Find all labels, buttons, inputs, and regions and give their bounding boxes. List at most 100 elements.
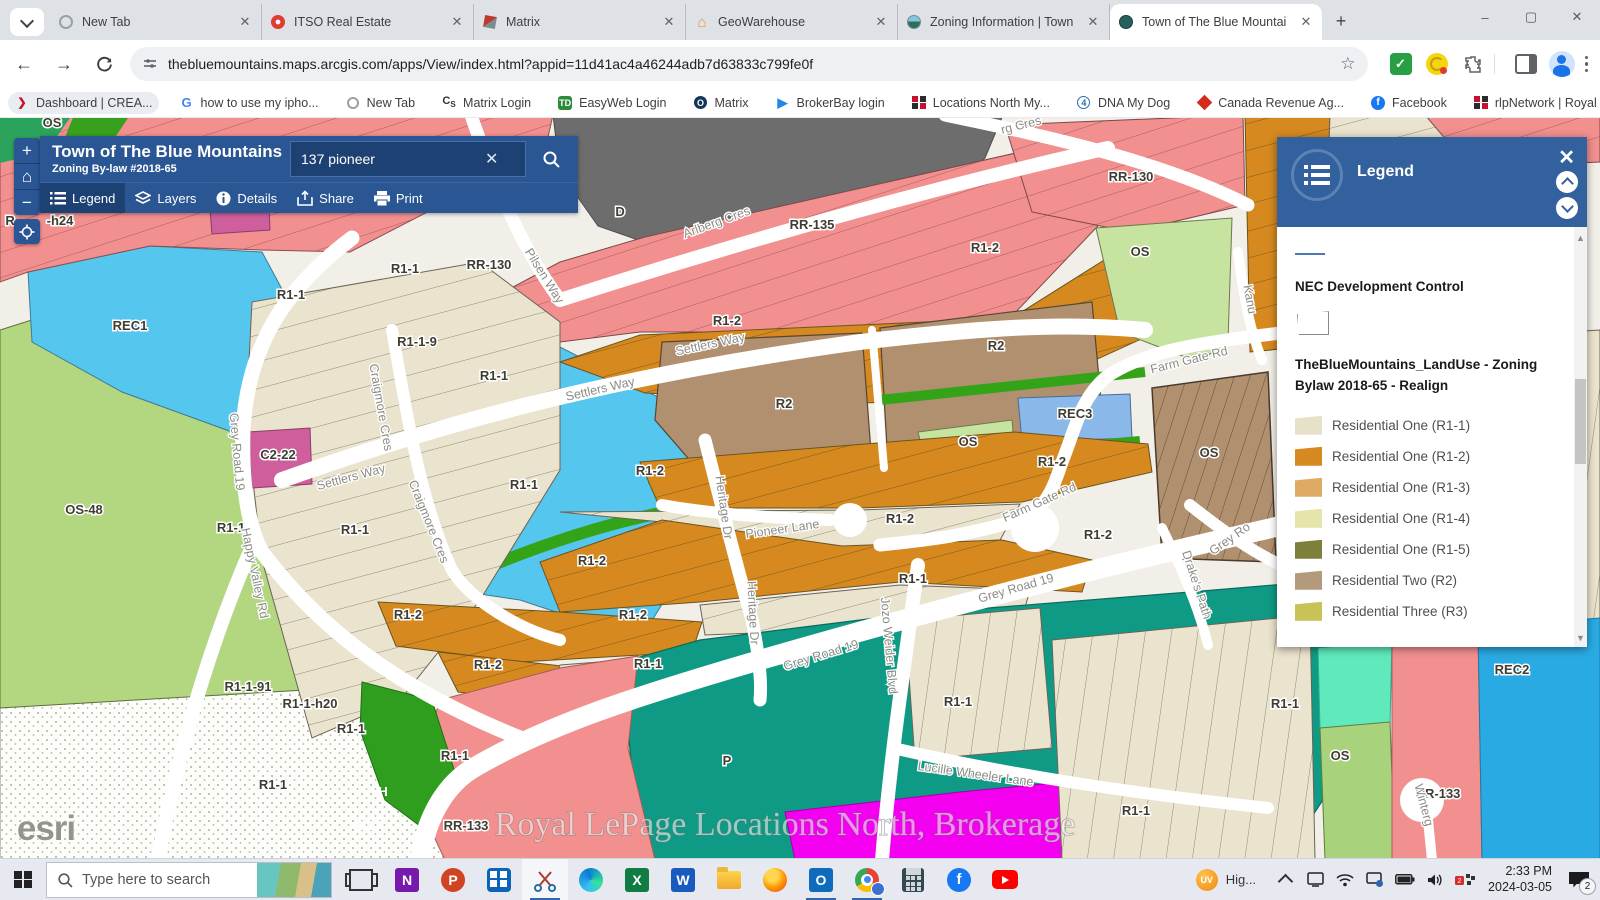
taskbar-search-placeholder: Type here to search — [82, 872, 210, 888]
map-tool-layers[interactable]: Layers — [125, 183, 206, 213]
minimize-button[interactable]: – — [1462, 0, 1508, 34]
browser-tab-6[interactable]: Town of The Blue Mountai✕ — [1110, 4, 1322, 40]
legend-collapse-button[interactable] — [1556, 171, 1578, 193]
new-tab-button[interactable]: + — [1328, 8, 1354, 34]
map-tool-legend[interactable]: Legend — [40, 183, 125, 213]
map-label-zone-11: C2-22 — [260, 447, 295, 462]
battery-icon[interactable] — [1393, 859, 1417, 900]
taskbar-app-file-explorer[interactable] — [706, 859, 752, 900]
taskbar-search[interactable]: Type here to search — [46, 862, 332, 898]
refresh-button[interactable] — [88, 48, 120, 80]
map-search-box[interactable]: ✕ — [290, 141, 526, 177]
browser-tab-5[interactable]: Zoning Information | Town✕ — [898, 4, 1110, 40]
browser-tab-4[interactable]: ⌂GeoWarehouse✕ — [686, 4, 898, 40]
bookmark-10[interactable]: Canada Revenue Ag... — [1190, 92, 1350, 114]
home-button[interactable]: ⌂ — [14, 164, 40, 190]
tab-close-button[interactable]: ✕ — [873, 14, 889, 30]
legend-close-button[interactable]: ✕ — [1558, 145, 1575, 170]
bookmark-12[interactable]: rlpNetwork | Royal L... — [1467, 92, 1600, 114]
bookmark-6[interactable]: OMatrix — [686, 92, 754, 114]
taskbar-app-powerpoint[interactable]: P — [430, 859, 476, 900]
forward-button[interactable]: → — [48, 48, 80, 80]
taskbar-app-facebook[interactable]: f — [936, 859, 982, 900]
profile-avatar[interactable] — [1549, 51, 1575, 77]
tablet-icon[interactable] — [1303, 859, 1327, 900]
map-label-zone-24: REC3 — [1058, 406, 1093, 421]
bookmark-9[interactable]: 4DNA My Dog — [1070, 92, 1176, 114]
address-bar[interactable]: thebluemountains.maps.arcgis.com/apps/Vi… — [130, 47, 1368, 81]
red-app-icon[interactable]: 2 — [1453, 859, 1477, 900]
zoom-out-button[interactable]: − — [14, 190, 40, 215]
zoom-in-button[interactable]: + — [14, 138, 40, 164]
taskbar-app-firefox[interactable] — [752, 859, 798, 900]
tab-title: Matrix — [506, 15, 661, 29]
browser-tab-1[interactable]: New Tab✕ — [50, 4, 262, 40]
tab-search-button[interactable] — [10, 8, 44, 36]
legend-panel-body[interactable]: NEC Development Control TheBlueMountains… — [1277, 227, 1587, 647]
bookmark-3[interactable]: New Tab — [339, 92, 421, 114]
locate-button[interactable] — [14, 219, 40, 244]
taskbar-app-edge[interactable] — [568, 859, 614, 900]
browser-tab-2[interactable]: ITSO Real Estate✕ — [262, 4, 474, 40]
map-tool-print[interactable]: Print — [364, 183, 433, 213]
taskbar-clock[interactable]: 2:33 PM 2024-03-05 — [1488, 864, 1552, 895]
taskbar-app-microsoft-store[interactable] — [476, 859, 522, 900]
site-settings-icon[interactable] — [142, 56, 158, 72]
close-button[interactable]: ✕ — [1554, 0, 1600, 34]
browser-menu-button[interactable] — [1585, 56, 1589, 73]
bookmark-2[interactable]: Ghow to use my ipho... — [173, 92, 325, 114]
tab-close-button[interactable]: ✕ — [1085, 14, 1101, 30]
taskbar-app-outlook[interactable]: O — [798, 859, 844, 900]
scroll-up-icon[interactable]: ▲ — [1575, 233, 1586, 243]
map-tool-share[interactable]: Share — [287, 183, 364, 213]
tab-close-button[interactable]: ✕ — [1298, 14, 1314, 30]
search-highlight-image[interactable] — [257, 863, 331, 897]
map-search-input[interactable] — [299, 150, 481, 168]
url-text[interactable]: thebluemountains.maps.arcgis.com/apps/Vi… — [168, 56, 1332, 72]
uv-tray-icon[interactable]: UV — [1196, 869, 1218, 891]
bookmark-5[interactable]: TDEasyWeb Login — [551, 92, 672, 114]
map-label-zone-13: R1-1 — [341, 522, 369, 537]
taskbar-app-chrome[interactable] — [844, 859, 890, 900]
map-viewport[interactable]: OSR-h24C2-21R1-1RR-130R1-1R1-1-9R1-1REC1… — [0, 118, 1600, 858]
back-button[interactable]: ← — [8, 48, 40, 80]
browser-tab-3[interactable]: Matrix✕ — [474, 4, 686, 40]
clear-search-icon[interactable]: ✕ — [485, 149, 498, 169]
scroll-down-icon[interactable]: ▼ — [1575, 633, 1586, 643]
bookmark-1[interactable]: ❯Dashboard | CREA... — [8, 92, 159, 114]
tab-close-button[interactable]: ✕ — [237, 14, 253, 30]
bookmark-7[interactable]: ▶BrokerBay login — [769, 92, 891, 114]
search-button[interactable] — [532, 141, 570, 177]
bookmark-star-icon[interactable]: ☆ — [1340, 54, 1355, 74]
bookmark-8[interactable]: Locations North My... — [905, 92, 1056, 114]
taskbar-app-calculator[interactable] — [890, 859, 936, 900]
legend-scrollbar[interactable]: ▲ ▼ — [1574, 227, 1587, 647]
maximize-button[interactable]: ▢ — [1508, 0, 1554, 34]
search-icon — [57, 872, 73, 888]
taskbar-app-onenote[interactable]: N — [384, 859, 430, 900]
volume-icon[interactable] — [1423, 859, 1447, 900]
map-tool-details[interactable]: Details — [206, 183, 287, 213]
taskbar-app-excel[interactable]: X — [614, 859, 660, 900]
legend-next-button[interactable] — [1556, 197, 1578, 219]
notification-center-button[interactable]: 2 — [1562, 859, 1596, 900]
taskbar-app-youtube[interactable] — [982, 859, 1028, 900]
tab-close-button[interactable]: ✕ — [449, 14, 465, 30]
bookmark-4[interactable]: CSMatrix Login — [435, 92, 537, 114]
tray-app-label[interactable]: Hig... — [1226, 872, 1256, 887]
wifi-icon[interactable] — [1333, 859, 1357, 900]
taskbar-app-task-view[interactable] — [338, 859, 384, 900]
extension-adblock[interactable]: ✓ — [1388, 51, 1414, 77]
tab-close-button[interactable]: ✕ — [661, 14, 677, 30]
side-panel-button[interactable] — [1513, 51, 1539, 77]
extension-yellow[interactable] — [1424, 51, 1450, 77]
extensions-menu[interactable] — [1460, 51, 1486, 77]
start-button[interactable] — [0, 859, 46, 900]
taskbar-app-word[interactable]: W — [660, 859, 706, 900]
scrollbar-thumb[interactable] — [1575, 379, 1586, 464]
bookmark-11[interactable]: fFacebook — [1364, 92, 1453, 114]
chevron-up-icon[interactable] — [1273, 859, 1297, 900]
cast-icon[interactable] — [1363, 859, 1387, 900]
taskbar-app-snipping-tool[interactable] — [522, 859, 568, 900]
legend-swatch — [1295, 540, 1322, 559]
